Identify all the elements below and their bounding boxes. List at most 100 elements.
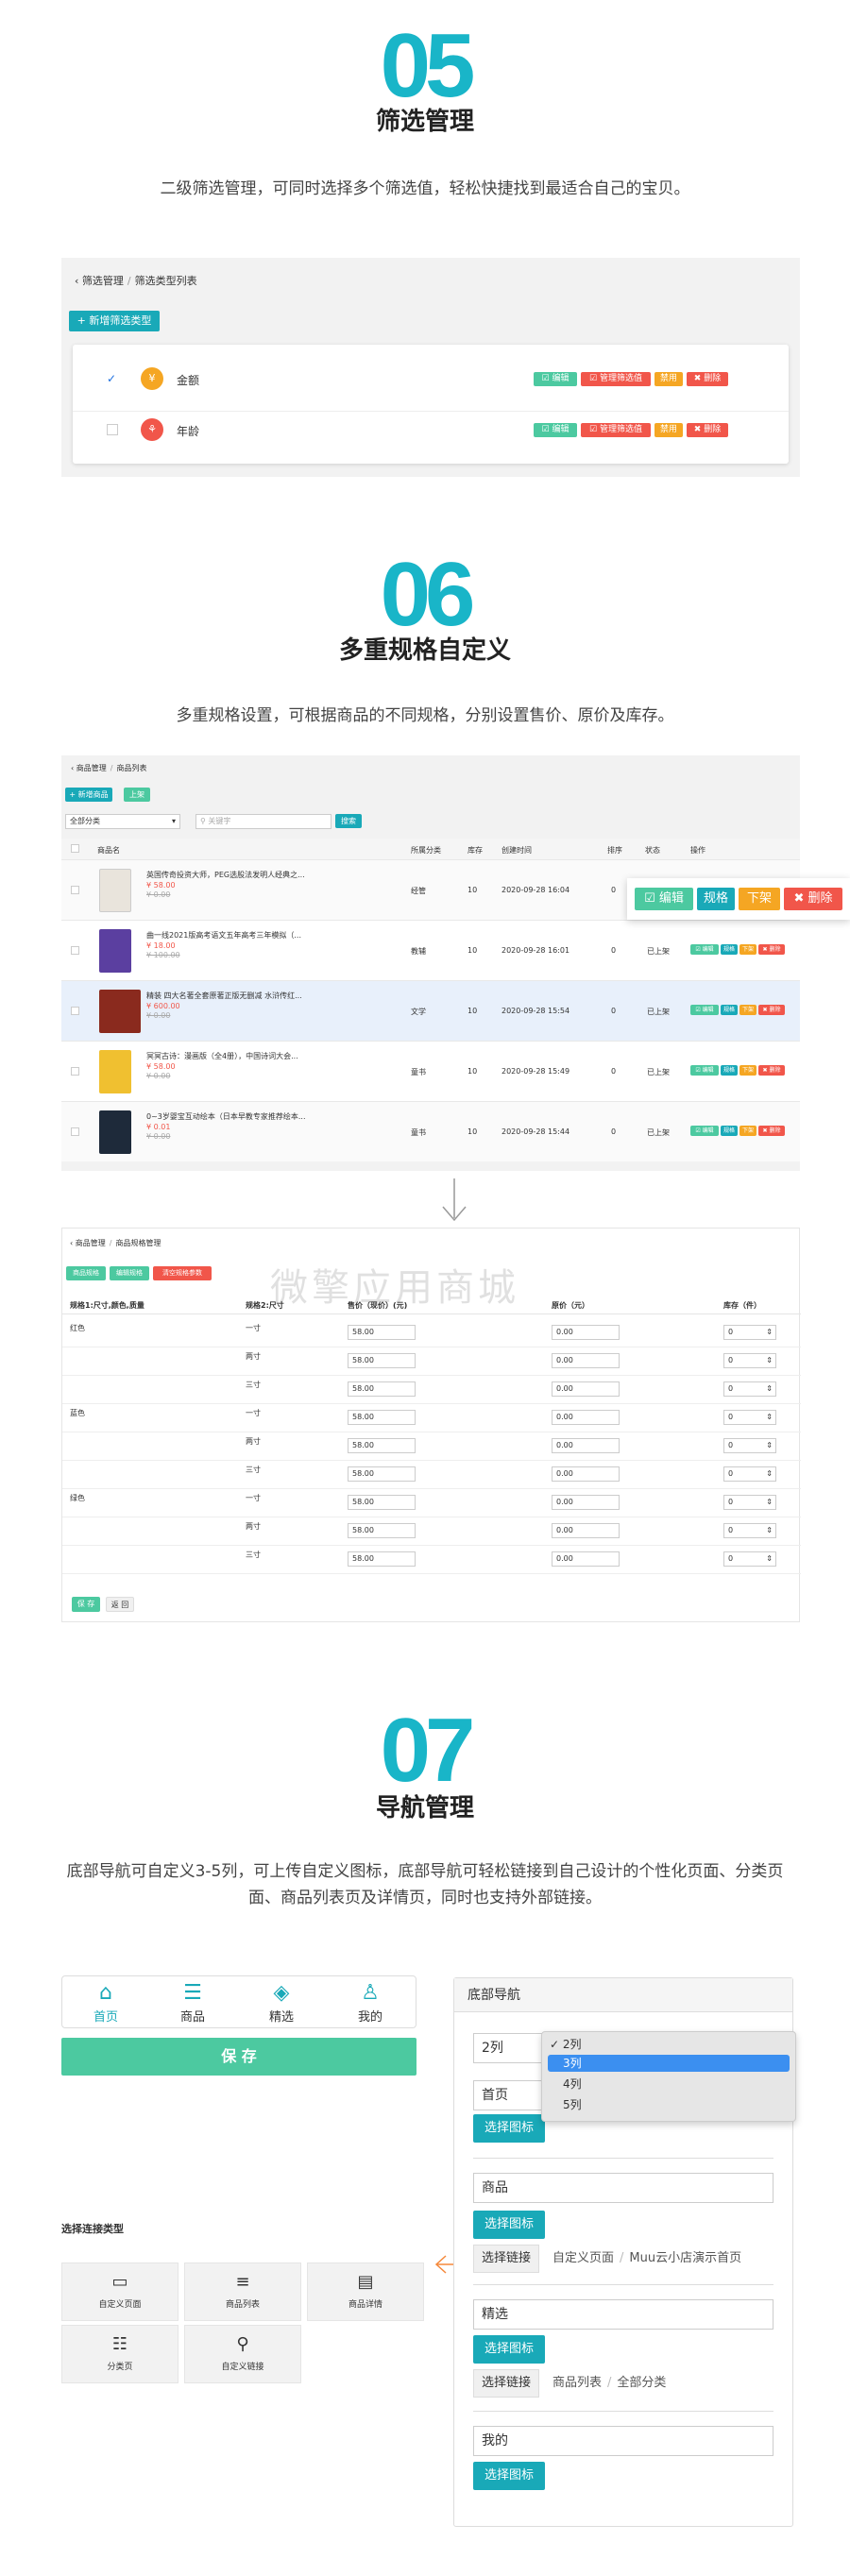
tab-edit-spec[interactable]: 编辑规格 — [110, 1266, 149, 1280]
stock-input[interactable]: 0 ⇕ — [723, 1495, 776, 1510]
column-count-select[interactable]: 2列 — [473, 2033, 549, 2063]
orig-price-input[interactable]: 0.00 — [552, 1353, 620, 1368]
product-name[interactable]: 精装 四大名著全套原著正版无删减 水浒传红... — [146, 991, 302, 1001]
nav-name-input-3[interactable]: 精选 — [473, 2299, 774, 2330]
unshelve-button[interactable]: 下架 — [740, 1005, 756, 1015]
back-button[interactable]: 返 回 — [106, 1597, 134, 1612]
price-input[interactable]: 58.00 — [348, 1325, 416, 1340]
edit-button[interactable]: ☑ 编辑 — [690, 1126, 719, 1136]
checkbox[interactable] — [107, 424, 118, 435]
table-row[interactable]: 冥冥古诗：漫画版（全4册），中国诗词大会... ¥ 58.00 ¥ 0.00 童… — [61, 1041, 800, 1101]
link-type-custom-page[interactable]: ▭ 自定义页面 — [61, 2262, 178, 2321]
delete-button[interactable]: ✖ 删除 — [758, 1005, 785, 1015]
unshelve-button[interactable]: 下架 — [740, 1065, 756, 1076]
stock-input[interactable]: 0 ⇕ — [723, 1438, 776, 1453]
orig-price-input[interactable]: 0.00 — [552, 1410, 620, 1425]
price-input[interactable]: 58.00 — [348, 1381, 416, 1397]
stock-input[interactable]: 0 ⇕ — [723, 1466, 776, 1482]
delete-button[interactable]: ✖ 删除 — [758, 944, 785, 955]
row-checkbox[interactable] — [71, 946, 79, 955]
spec-button[interactable]: 规格 — [721, 1126, 738, 1136]
choose-icon-button[interactable]: 选择图标 — [473, 2114, 545, 2143]
nav-name-input-4[interactable]: 我的 — [473, 2426, 774, 2456]
select-all-checkbox[interactable] — [71, 844, 79, 853]
choose-icon-button[interactable]: 选择图标 — [473, 2462, 545, 2490]
dropdown-option[interactable]: ✓ 2列 — [550, 2036, 582, 2053]
disable-button[interactable]: 禁用 — [654, 372, 683, 386]
tabbar-item-mine[interactable]: ♙ 我的 — [344, 1980, 397, 2025]
link-type-custom-link[interactable]: ⚲ 自定义链接 — [184, 2325, 301, 2383]
delete-button[interactable]: ✖ 删除 — [758, 1126, 785, 1136]
price-input[interactable]: 58.00 — [348, 1353, 416, 1368]
delete-button[interactable]: ✖ 删除 — [687, 423, 728, 437]
link-type-category[interactable]: ☷ 分类页 — [61, 2325, 178, 2383]
row-checkbox[interactable] — [71, 1007, 79, 1015]
stock-input[interactable]: 0 ⇕ — [723, 1353, 776, 1368]
spec-button[interactable]: 规格 — [697, 888, 735, 910]
dropdown-option[interactable]: 5列 — [563, 2096, 582, 2113]
price-input[interactable]: 58.00 — [348, 1466, 416, 1482]
choose-link-button[interactable]: 选择链接 — [473, 2369, 540, 2398]
price-input[interactable]: 58.00 — [348, 1410, 416, 1425]
search-button[interactable]: 搜索 — [335, 814, 362, 828]
choose-link-button[interactable]: 选择链接 — [473, 2245, 540, 2273]
dropdown-option-highlighted[interactable]: 3列 — [548, 2055, 790, 2072]
add-filter-type-button[interactable]: + 新增筛选类型 — [69, 311, 160, 331]
stock-input[interactable]: 0 ⇕ — [723, 1523, 776, 1538]
manage-values-button[interactable]: ☑ 管理筛选值 — [581, 423, 651, 437]
add-product-button[interactable]: + 新增商品 — [65, 788, 112, 802]
row-checkbox[interactable] — [71, 1067, 79, 1076]
stock-input[interactable]: 0 ⇕ — [723, 1410, 776, 1425]
row-checkbox[interactable] — [71, 886, 79, 894]
row-checkbox[interactable] — [71, 1127, 79, 1136]
price-input[interactable]: 58.00 — [348, 1438, 416, 1453]
category-select[interactable]: 全部分类 ▾ — [65, 814, 180, 829]
table-row[interactable]: 0~3岁婴宝互动绘本（日本早教专家推荐绘本... ¥ 0.01 ¥ 0.00 童… — [61, 1101, 800, 1161]
save-button[interactable]: 保 存 — [61, 2038, 416, 2076]
checkbox[interactable]: ✓ — [107, 373, 118, 384]
price-input[interactable]: 58.00 — [348, 1551, 416, 1567]
orig-price-input[interactable]: 0.00 — [552, 1523, 620, 1538]
choose-icon-button[interactable]: 选择图标 — [473, 2335, 545, 2364]
stock-input[interactable]: 0 ⇕ — [723, 1381, 776, 1397]
product-name[interactable]: 0~3岁婴宝互动绘本（日本早教专家推荐绘本... — [146, 1111, 306, 1122]
shelve-button[interactable]: 上架 — [124, 788, 150, 802]
tabbar-item-home[interactable]: ⌂ 首页 — [79, 1980, 132, 2025]
unshelve-button[interactable]: 下架 — [740, 944, 756, 955]
stock-input[interactable]: 0 ⇕ — [723, 1325, 776, 1340]
edit-button[interactable]: ☑ 编辑 — [534, 423, 577, 437]
link-type-goods-detail[interactable]: ▤ 商品详情 — [307, 2262, 424, 2321]
tabbar-item-goods[interactable]: ☰ 商品 — [166, 1980, 219, 2025]
manage-values-button[interactable]: ☑ 管理筛选值 — [581, 372, 651, 386]
nav-name-input-2[interactable]: 商品 — [473, 2173, 774, 2203]
product-name[interactable]: 冥冥古诗：漫画版（全4册），中国诗词大会... — [146, 1051, 298, 1061]
orig-price-input[interactable]: 0.00 — [552, 1325, 620, 1340]
unshelve-button[interactable]: 下架 — [739, 888, 780, 910]
price-input[interactable]: 58.00 — [348, 1495, 416, 1510]
table-row[interactable]: 精装 四大名著全套原著正版无删减 水浒传红... ¥ 600.00 ¥ 0.00… — [61, 980, 800, 1041]
save-button[interactable]: 保 存 — [72, 1597, 100, 1612]
delete-button[interactable]: ✖ 删除 — [687, 372, 728, 386]
orig-price-input[interactable]: 0.00 — [552, 1551, 620, 1567]
link-type-goods-list[interactable]: ≡ 商品列表 — [184, 2262, 301, 2321]
spec-button[interactable]: 规格 — [721, 1065, 738, 1076]
orig-price-input[interactable]: 0.00 — [552, 1381, 620, 1397]
choose-icon-button[interactable]: 选择图标 — [473, 2211, 545, 2239]
disable-button[interactable]: 禁用 — [654, 423, 683, 437]
edit-button[interactable]: ☑ 编辑 — [690, 1005, 719, 1015]
orig-price-input[interactable]: 0.00 — [552, 1438, 620, 1453]
edit-button[interactable]: ☑ 编辑 — [534, 372, 577, 386]
keyword-input[interactable]: ⚲ 关键字 — [196, 814, 332, 829]
unshelve-button[interactable]: 下架 — [740, 1126, 756, 1136]
orig-price-input[interactable]: 0.00 — [552, 1495, 620, 1510]
spec-button[interactable]: 规格 — [721, 944, 738, 955]
tabbar-item-featured[interactable]: ◈ 精选 — [255, 1980, 308, 2025]
dropdown-option[interactable]: 4列 — [563, 2076, 582, 2093]
edit-button[interactable]: ☑ 编辑 — [690, 944, 719, 955]
delete-button[interactable]: ✖ 删除 — [784, 888, 842, 910]
orig-price-input[interactable]: 0.00 — [552, 1466, 620, 1482]
price-input[interactable]: 58.00 — [348, 1523, 416, 1538]
spec-button[interactable]: 规格 — [721, 1005, 738, 1015]
tab-spec[interactable]: 商品规格 — [66, 1266, 106, 1280]
edit-button[interactable]: ☑ 编辑 — [690, 1065, 719, 1076]
